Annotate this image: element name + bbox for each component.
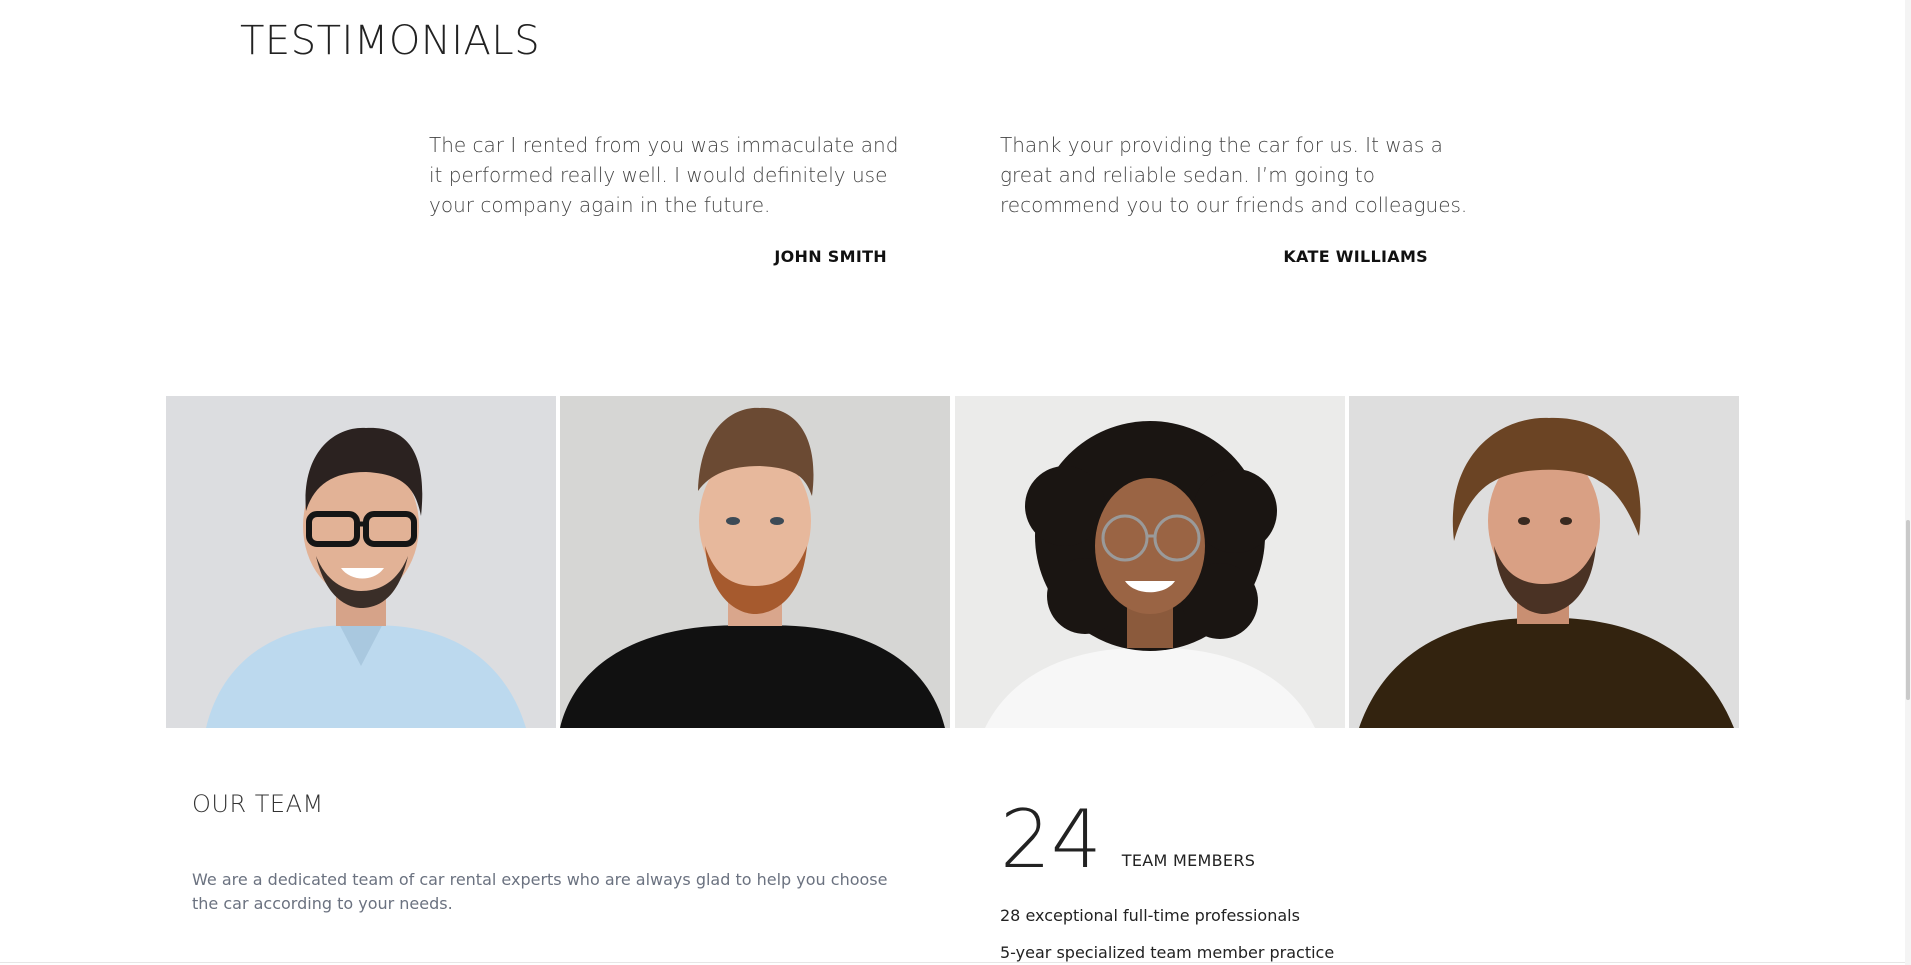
team-photo-woman-curly-hair xyxy=(955,396,1345,728)
team-stats: 24 TEAM MEMBERS 28 exceptional full-time… xyxy=(1000,800,1500,963)
stat-line: 5-year specialized team member practice xyxy=(1000,943,1335,962)
team-photo-gallery xyxy=(166,396,1739,728)
stat-line: 28 exceptional full-time professionals xyxy=(1000,906,1300,925)
page-scrollbar[interactable] xyxy=(1905,0,1911,965)
team-count-row: 24 TEAM MEMBERS xyxy=(1000,800,1500,880)
page: TESTIMONIALS The car I rented from you w… xyxy=(0,0,1911,965)
team-photo-man-long-hair xyxy=(1349,396,1739,728)
testimonial-card: Thank your providing the car for us. It … xyxy=(1000,130,1470,266)
portrait-man-beard-icon xyxy=(560,396,950,728)
portrait-woman-curly-icon xyxy=(955,396,1345,728)
scrollbar-thumb[interactable] xyxy=(1906,520,1910,700)
portrait-man-long-hair-icon xyxy=(1349,396,1739,728)
testimonial-quote: Thank your providing the car for us. It … xyxy=(1000,133,1468,217)
portrait-man-glasses-icon xyxy=(166,396,556,728)
our-team-section: OUR TEAM We are a dedicated team of car … xyxy=(192,790,912,916)
testimonial-author: KATE WILLIAMS xyxy=(1283,247,1428,266)
divider xyxy=(0,962,1911,963)
team-photo-man-beard xyxy=(560,396,950,728)
testimonials-title: TESTIMONIALS xyxy=(240,18,541,64)
testimonial-author: JOHN SMITH xyxy=(774,247,887,266)
team-photo-man-glasses xyxy=(166,396,556,728)
team-count-label: TEAM MEMBERS xyxy=(1121,851,1256,870)
team-count-number: 24 xyxy=(1000,793,1102,886)
testimonial-quote: The car I rented from you was immaculate… xyxy=(429,133,899,217)
testimonial-card: The car I rented from you was immaculate… xyxy=(429,130,899,266)
our-team-description: We are a dedicated team of car rental ex… xyxy=(192,870,888,913)
our-team-title: OUR TEAM xyxy=(192,790,324,818)
